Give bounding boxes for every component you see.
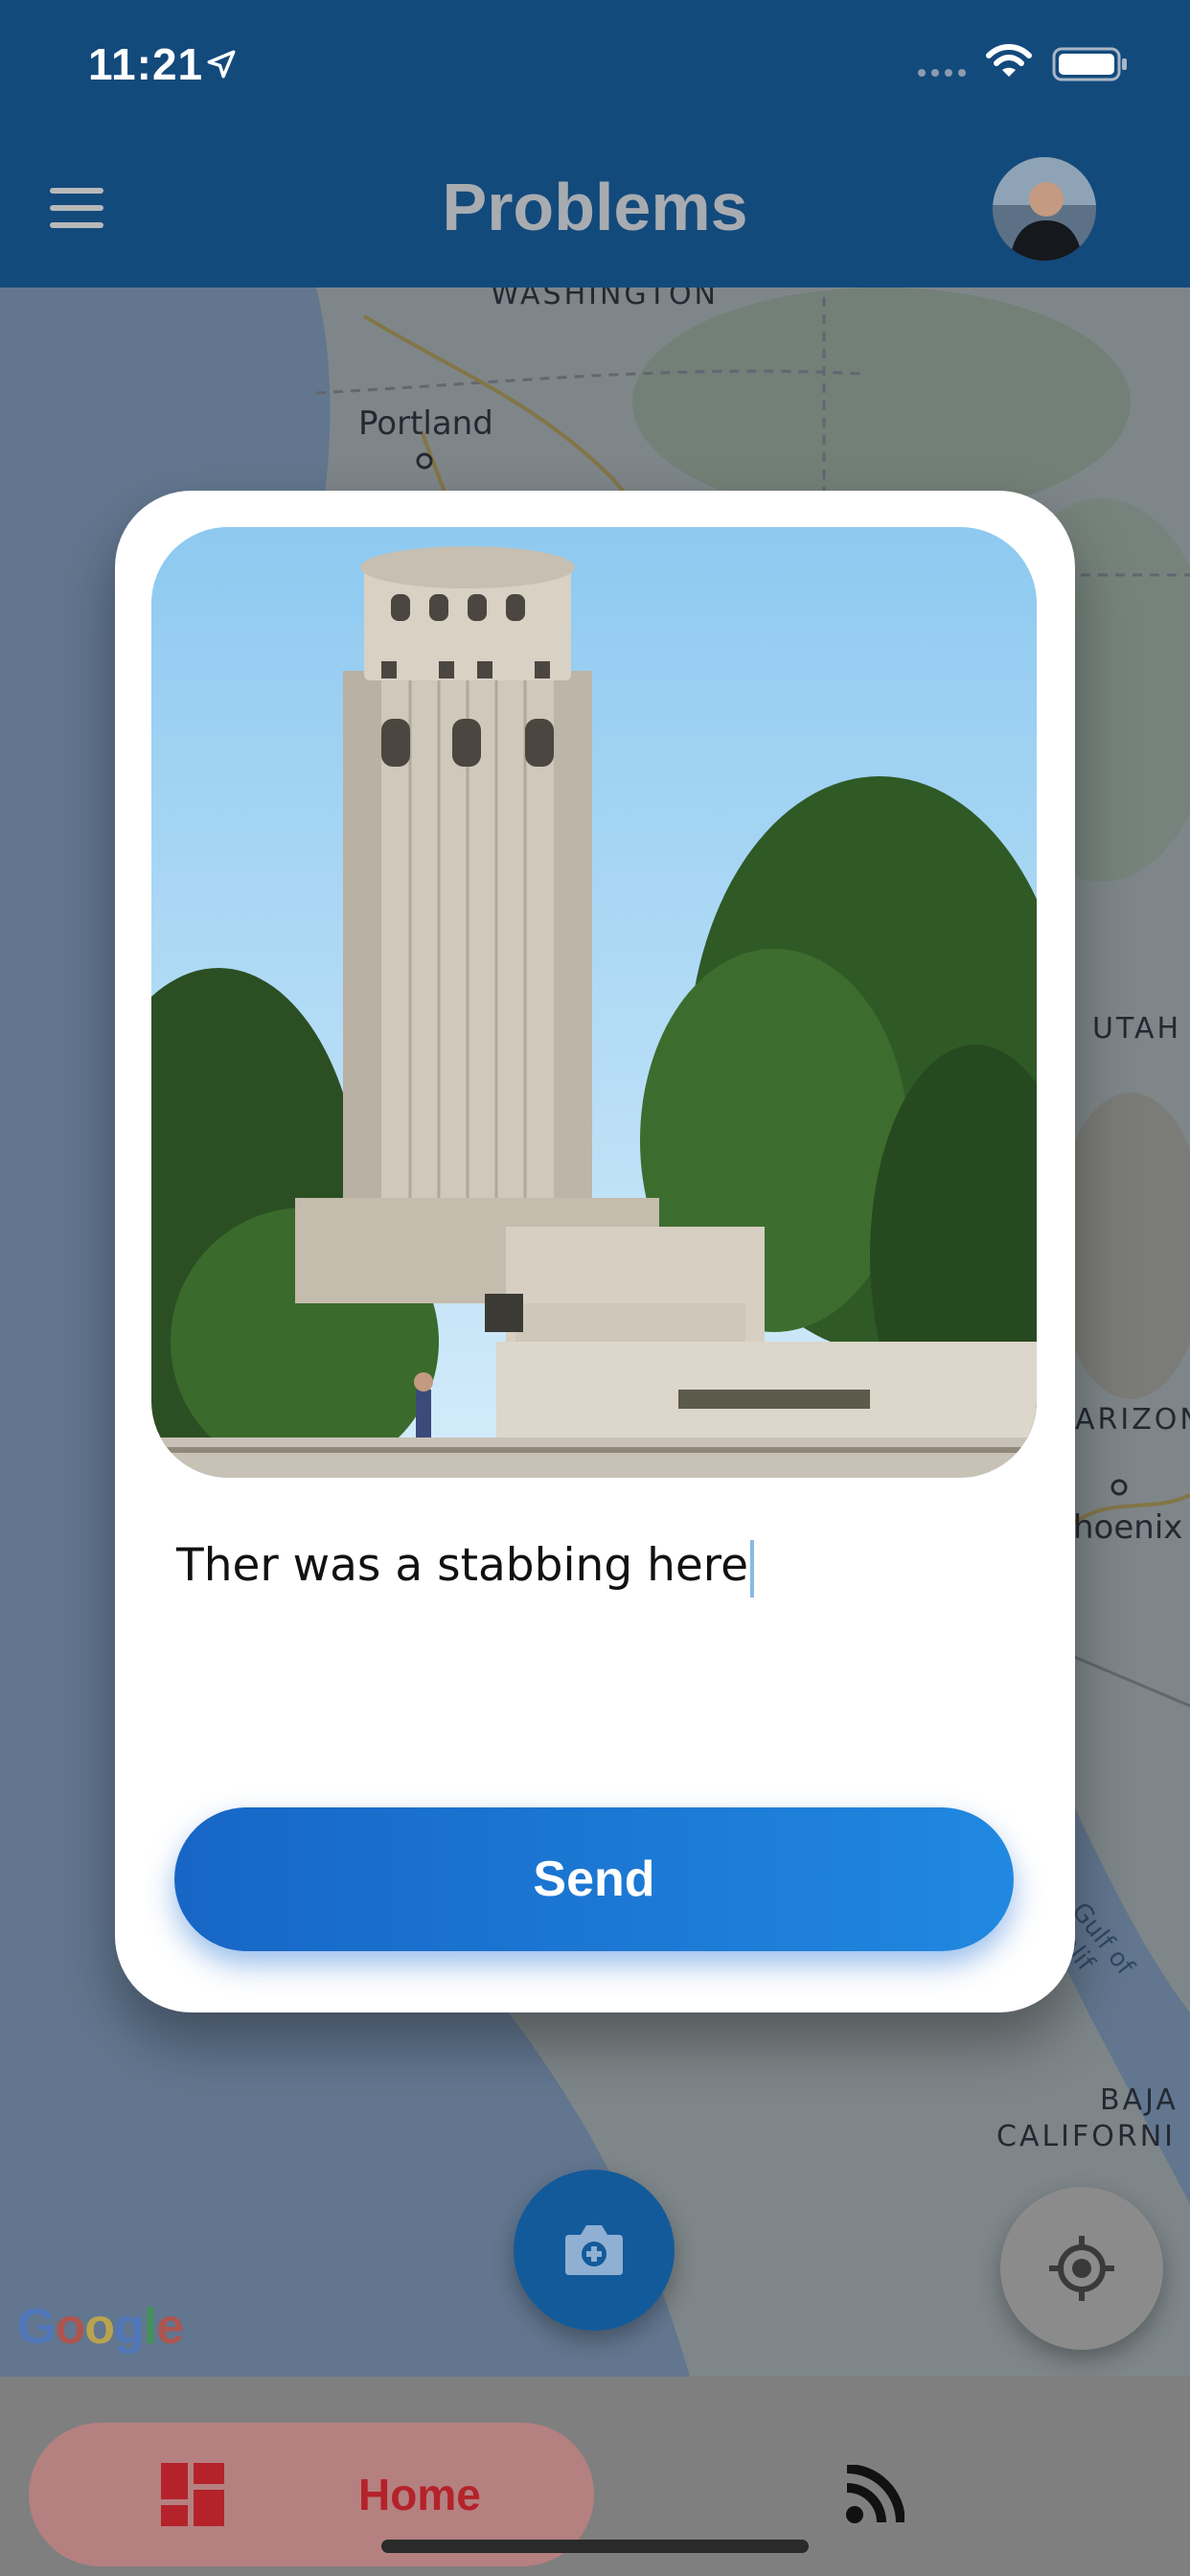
- send-button[interactable]: Send: [174, 1807, 1014, 1951]
- battery-icon: [1052, 47, 1127, 81]
- report-text-input[interactable]: Ther was a stabbing here: [176, 1539, 755, 1598]
- report-photo: [151, 527, 1037, 1478]
- report-dialog: Ther was a stabbing here Send: [115, 491, 1075, 2012]
- home-indicator: [381, 2540, 809, 2553]
- camera-plus-icon: [565, 2225, 623, 2275]
- status-bar: 11:21: [0, 0, 1190, 144]
- dashboard-icon: [161, 2463, 224, 2526]
- location-arrow-icon: [207, 50, 236, 79]
- text-caret: [750, 1539, 755, 1598]
- user-avatar-image: [993, 157, 1096, 261]
- report-text-value: Ther was a stabbing here: [176, 1539, 749, 1592]
- google-attribution: Google: [17, 2299, 184, 2355]
- app-bar: Problems: [0, 144, 1190, 288]
- wifi-icon: [986, 44, 1032, 77]
- avatar[interactable]: [993, 157, 1096, 261]
- status-time: 11:21: [88, 39, 204, 89]
- coit-tower-photo: [151, 527, 1037, 1478]
- cellular-signal-icon: [918, 69, 966, 77]
- locate-me-button[interactable]: [1000, 2187, 1163, 2350]
- nav-home-label: Home: [358, 2470, 481, 2519]
- camera-fab-button[interactable]: [514, 2170, 675, 2331]
- gps-locate-icon: [1049, 2236, 1114, 2301]
- rss-feed-icon[interactable]: [845, 2465, 904, 2524]
